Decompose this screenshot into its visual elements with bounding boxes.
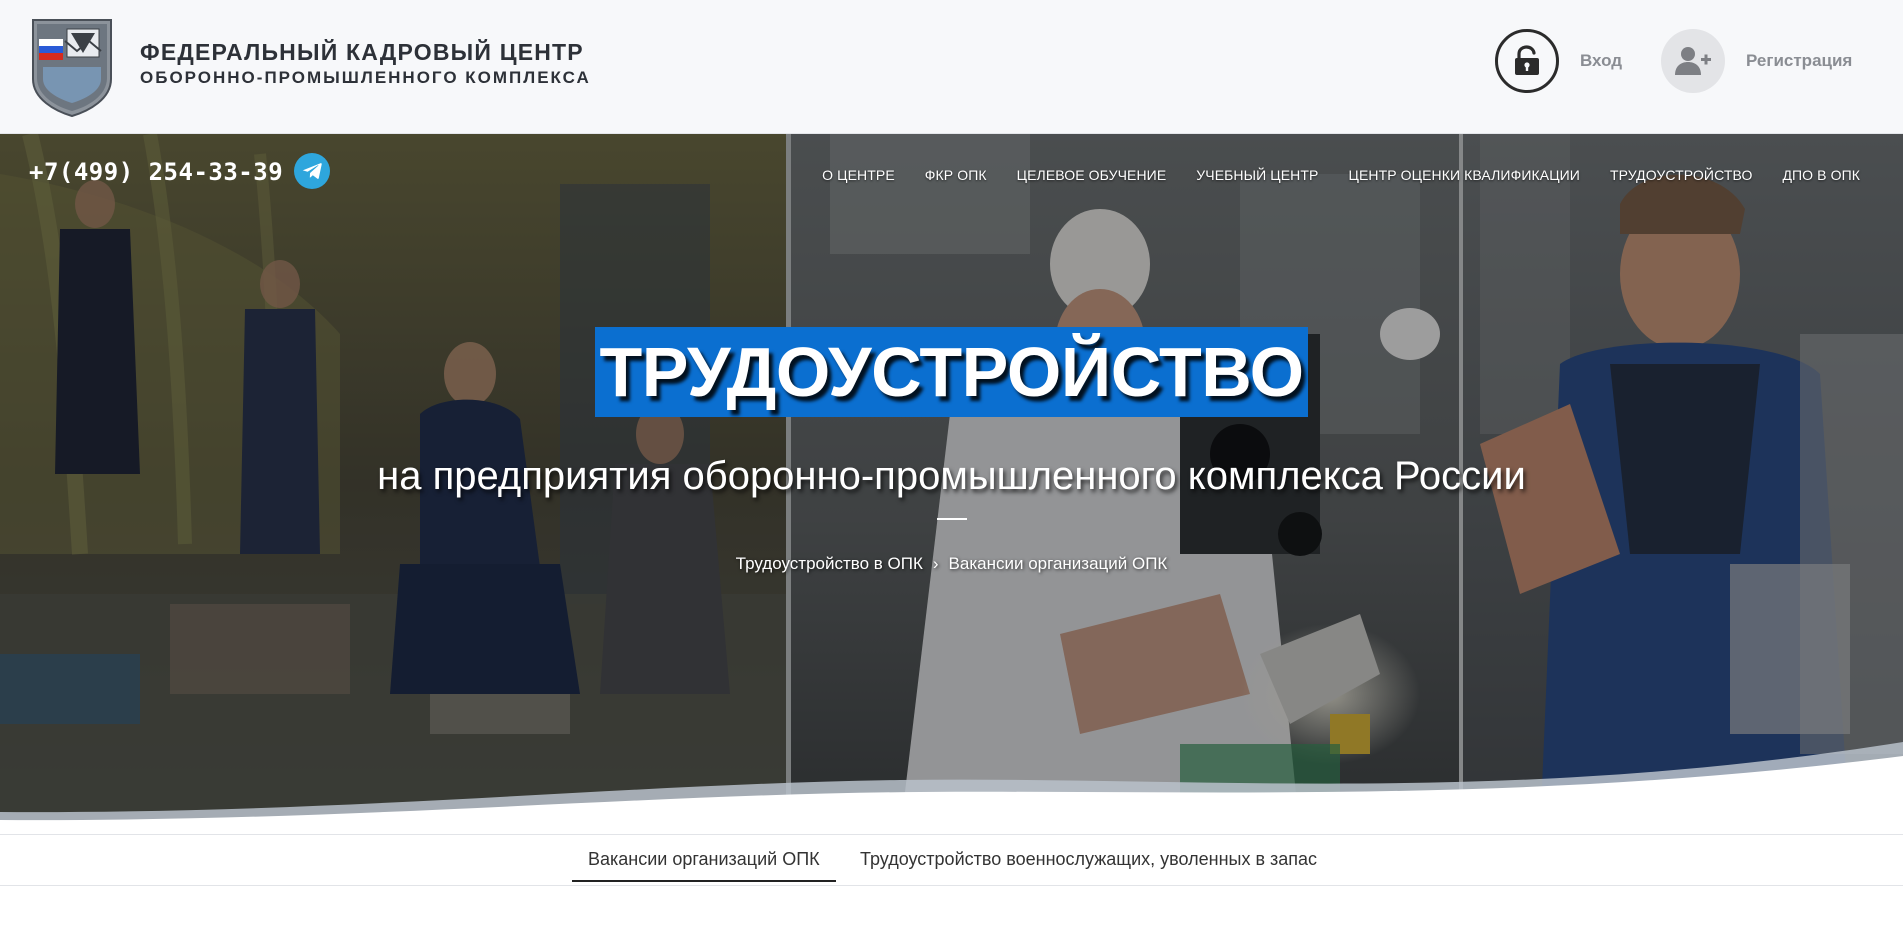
login-label[interactable]: Вход bbox=[1580, 51, 1622, 71]
telegram-icon bbox=[302, 163, 322, 179]
register-icon-circle[interactable] bbox=[1661, 29, 1725, 93]
phone-link[interactable]: +7(499) 254-33-39 bbox=[29, 158, 283, 186]
page-title: ТРУДОУСТРОЙСТВО bbox=[595, 327, 1308, 417]
tab-vacancies[interactable]: Вакансии организаций ОПК bbox=[572, 835, 836, 882]
login-icon-circle[interactable] bbox=[1495, 29, 1559, 93]
hero-title-container: ТРУДОУСТРОЙСТВО bbox=[0, 327, 1903, 417]
title-divider bbox=[937, 518, 967, 520]
login-link[interactable]: Вход bbox=[1495, 28, 1622, 94]
logo-shield[interactable] bbox=[29, 17, 115, 118]
breadcrumb-separator: › bbox=[932, 554, 939, 573]
lock-open-icon bbox=[1515, 45, 1539, 75]
org-name-line1: ФЕДЕРАЛЬНЫЙ КАДРОВЫЙ ЦЕНТР bbox=[140, 39, 584, 65]
site-header: ФЕДЕРАЛЬНЫЙ КАДРОВЫЙ ЦЕНТР ОБОРОННО-ПРОМ… bbox=[0, 0, 1903, 134]
nav-item-target-training[interactable]: ЦЕЛЕВОЕ ОБУЧЕНИЕ bbox=[1017, 167, 1167, 183]
hero-banner: +7(499) 254-33-39 О ЦЕНТРЕ ФКР ОПК ЦЕЛЕВ… bbox=[0, 134, 1903, 834]
org-name-line2: ОБОРОННО-ПРОМЫШЛЕННОГО КОМПЛЕКСА bbox=[140, 68, 591, 87]
telegram-button[interactable] bbox=[294, 153, 330, 189]
nav-item-employment[interactable]: ТРУДОУСТРОЙСТВО bbox=[1610, 167, 1752, 183]
nav-item-training-center[interactable]: УЧЕБНЫЙ ЦЕНТР bbox=[1196, 167, 1318, 183]
user-plus-icon bbox=[1675, 47, 1711, 75]
org-name[interactable]: ФЕДЕРАЛЬНЫЙ КАДРОВЫЙ ЦЕНТР ОБОРОННО-ПРОМ… bbox=[140, 38, 591, 90]
nav-item-about[interactable]: О ЦЕНТРЕ bbox=[822, 167, 895, 183]
register-label[interactable]: Регистрация bbox=[1746, 51, 1852, 71]
breadcrumb-item-employment[interactable]: Трудоустройство в ОПК bbox=[736, 554, 923, 573]
main-nav: О ЦЕНТРЕ ФКР ОПК ЦЕЛЕВОЕ ОБУЧЕНИЕ УЧЕБНЫ… bbox=[822, 167, 1860, 183]
nav-item-dpo[interactable]: ДПО В ОПК bbox=[1782, 167, 1860, 183]
nav-item-fkr-opk[interactable]: ФКР ОПК bbox=[925, 167, 987, 183]
register-link[interactable]: Регистрация bbox=[1661, 28, 1852, 94]
breadcrumb: Трудоустройство в ОПК › Вакансии организац… bbox=[0, 554, 1903, 574]
tabs-bar: Вакансии организаций ОПК Трудоустройство… bbox=[0, 834, 1903, 886]
tab-military-employment[interactable]: Трудоустройство военнослужащих, уволенны… bbox=[844, 835, 1333, 882]
nav-item-qualification-center[interactable]: ЦЕНТР ОЦЕНКИ КВАЛИФИКАЦИИ bbox=[1348, 167, 1580, 183]
hero-wave-divider bbox=[0, 742, 1903, 834]
page-subtitle: на предприятия оборонно-промышленного ко… bbox=[377, 454, 1526, 498]
breadcrumb-item-current: Вакансии организаций ОПК bbox=[948, 554, 1168, 573]
